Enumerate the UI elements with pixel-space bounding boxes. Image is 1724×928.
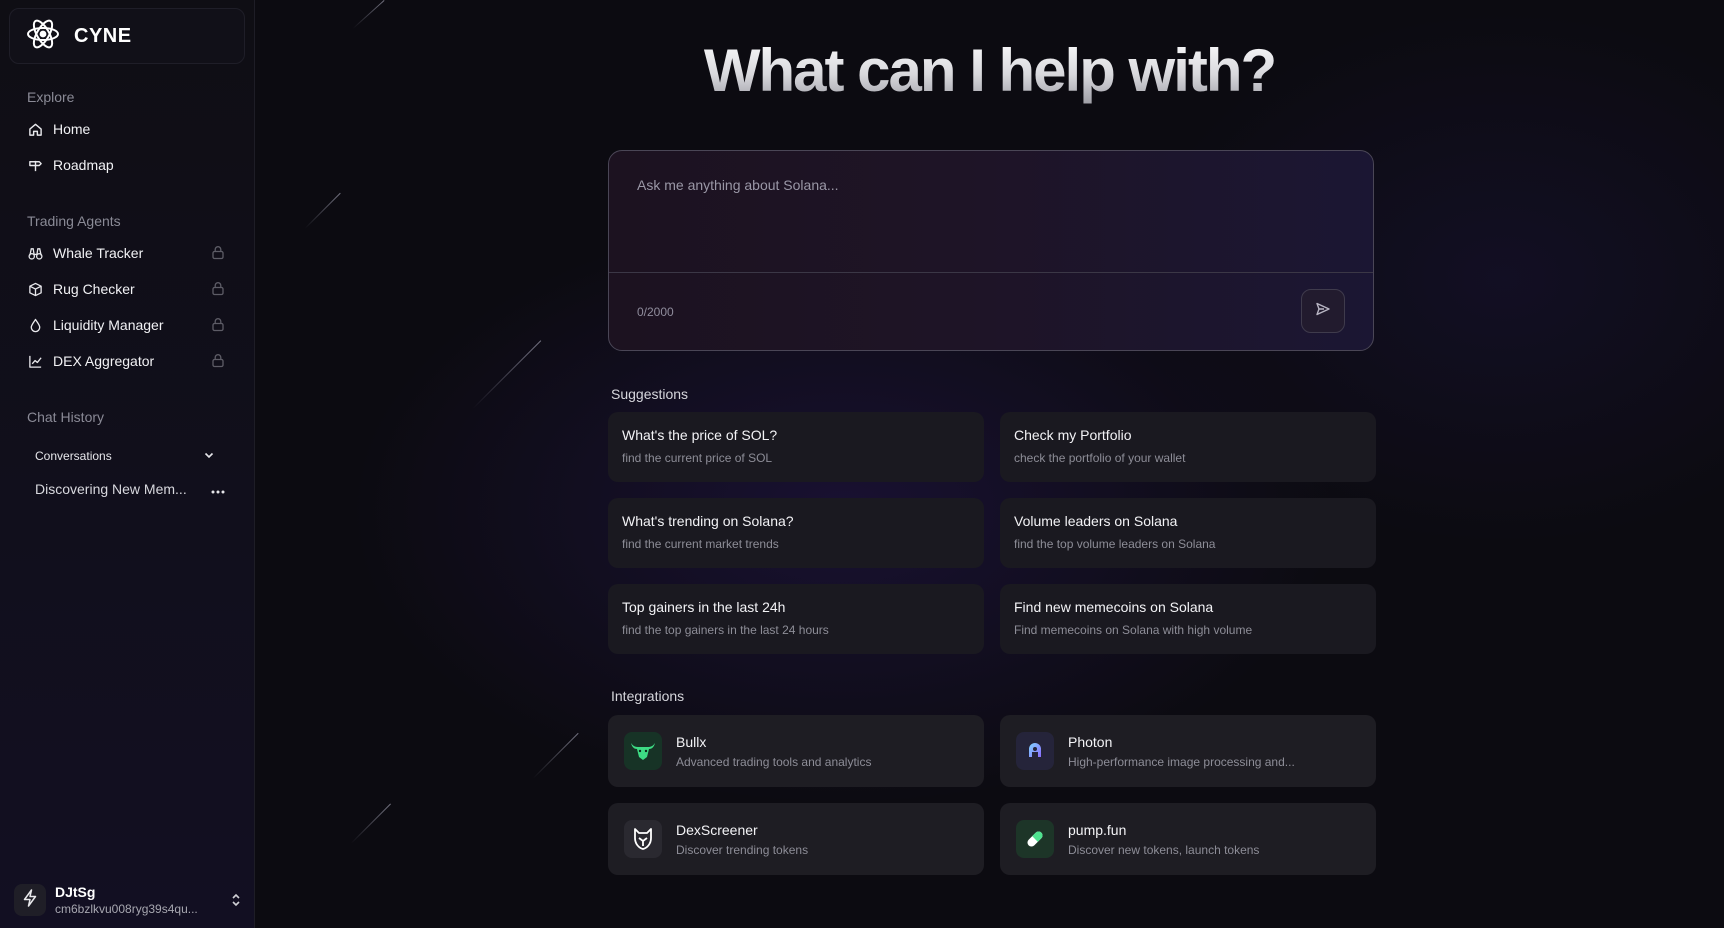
integration-title: pump.fun [1068, 821, 1127, 838]
decorative-streak [532, 732, 579, 779]
divider [609, 272, 1373, 273]
integration-subtitle: Discover trending tokens [676, 842, 809, 857]
explore-label: Explore [27, 89, 75, 105]
suggestion-card[interactable]: Volume leaders on Solana find the top vo… [1000, 498, 1376, 568]
conversations-label: Conversations [35, 449, 112, 463]
suggestion-title: Volume leaders on Solana [1014, 513, 1178, 529]
bull-icon [624, 732, 662, 770]
suggestion-title: What's the price of SOL? [622, 427, 778, 443]
sidebar-item-roadmap[interactable]: Roadmap [27, 153, 227, 177]
integration-card-photon[interactable]: Photon High-performance image processing… [1000, 715, 1376, 787]
sidebar-item-label: Roadmap [53, 157, 114, 173]
photon-icon [1016, 732, 1054, 770]
brand[interactable]: CYNE [9, 8, 245, 64]
decorative-streak [304, 192, 341, 229]
integration-title: Photon [1068, 733, 1113, 750]
lock-icon [211, 317, 225, 335]
line-chart-icon [27, 353, 43, 369]
suggestion-subtitle: Find memecoins on Solana with high volum… [1014, 623, 1253, 637]
suggestion-card[interactable]: Find new memecoins on Solana Find memeco… [1000, 584, 1376, 654]
suggestion-subtitle: find the current price of SOL [622, 451, 773, 465]
suggestion-title: Top gainers in the last 24h [622, 599, 786, 615]
page-title: What can I help with? [255, 36, 1724, 105]
suggestions-label: Suggestions [611, 386, 689, 402]
lock-icon [211, 245, 225, 263]
chat-history-label: Chat History [27, 409, 105, 425]
suggestion-title: Find new memecoins on Solana [1014, 599, 1214, 615]
suggestion-subtitle: check the portfolio of your wallet [1014, 451, 1186, 465]
sidebar-item-label: DEX Aggregator [53, 353, 155, 369]
pill-icon [1016, 820, 1054, 858]
sidebar-item-dex-aggregator[interactable]: DEX Aggregator [27, 349, 227, 373]
suggestion-title: What's trending on Solana? [622, 513, 794, 529]
chat-input[interactable] [637, 177, 1337, 193]
sidebar-item-rug-checker[interactable]: Rug Checker [27, 277, 227, 301]
suggestion-subtitle: find the current market trends [622, 537, 779, 551]
chat-box: 0/2000 [608, 150, 1374, 351]
sidebar-item-whale-tracker[interactable]: Whale Tracker [27, 241, 227, 265]
atom-icon [26, 17, 60, 56]
integration-card-pumpfun[interactable]: pump.fun Discover new tokens, launch tok… [1000, 803, 1376, 875]
suggestion-card[interactable]: What's trending on Solana? find the curr… [608, 498, 984, 568]
user-name: DJtSg [55, 884, 96, 900]
decorative-streak [352, 0, 385, 29]
integration-title: Bullx [676, 733, 707, 750]
conversation-title: Discovering New Mem... [35, 481, 187, 497]
sidebar-item-liquidity-manager[interactable]: Liquidity Manager [27, 313, 227, 337]
brand-name: CYNE [74, 24, 132, 47]
char-count: 0/2000 [637, 305, 674, 319]
suggestion-title: Check my Portfolio [1014, 427, 1132, 443]
integrations-label: Integrations [611, 688, 685, 704]
user-id: cm6bzlkvu008ryg39s4qu... [55, 902, 198, 916]
suggestion-subtitle: find the top volume leaders on Solana [1014, 537, 1216, 551]
user-menu[interactable]: DJtSg cm6bzlkvu008ryg39s4qu... [14, 880, 242, 920]
chevron-down-icon [203, 449, 215, 464]
suggestion-card[interactable]: Top gainers in the last 24h find the top… [608, 584, 984, 654]
integration-card-dexscreener[interactable]: DexScreener Discover trending tokens [608, 803, 984, 875]
conversations-toggle[interactable]: Conversations [35, 446, 215, 466]
conversation-item[interactable]: Discovering New Mem... [35, 479, 225, 499]
lock-icon [211, 281, 225, 299]
integration-subtitle: Advanced trading tools and analytics [676, 754, 872, 769]
sidebar: CYNE Explore Home Roadmap Trading Agents… [0, 0, 255, 928]
suggestion-card[interactable]: Check my Portfolio check the portfolio o… [1000, 412, 1376, 482]
lock-icon [211, 353, 225, 371]
suggestion-card[interactable]: What's the price of SOL? find the curren… [608, 412, 984, 482]
lightning-icon [22, 888, 38, 912]
chevron-up-down-icon [230, 892, 242, 913]
integration-subtitle: Discover new tokens, launch tokens [1068, 842, 1260, 857]
decorative-streak [350, 803, 391, 844]
sidebar-item-label: Home [53, 121, 91, 137]
signpost-icon [27, 157, 43, 173]
avatar [14, 884, 46, 916]
trading-agents-label: Trading Agents [27, 213, 121, 229]
send-icon [1315, 301, 1331, 322]
sidebar-item-label: Liquidity Manager [53, 317, 164, 333]
more-options-icon[interactable] [211, 481, 225, 497]
main-content: What can I help with? 0/2000 Suggestions… [255, 0, 1724, 928]
app: CYNE Explore Home Roadmap Trading Agents… [0, 0, 1724, 928]
droplet-icon [27, 317, 43, 333]
integration-card-bullx[interactable]: Bullx Advanced trading tools and analyti… [608, 715, 984, 787]
decorative-streak [472, 340, 542, 409]
sidebar-item-home[interactable]: Home [27, 117, 227, 141]
dexscreener-icon [624, 820, 662, 858]
binoculars-icon [27, 245, 43, 261]
integration-title: DexScreener [676, 821, 758, 838]
cube-icon [27, 281, 43, 297]
home-icon [27, 121, 43, 137]
integration-subtitle: High-performance image processing and... [1068, 754, 1295, 769]
sidebar-item-label: Whale Tracker [53, 245, 144, 261]
sidebar-item-label: Rug Checker [53, 281, 135, 297]
suggestion-subtitle: find the top gainers in the last 24 hour… [622, 623, 829, 637]
send-button[interactable] [1301, 289, 1345, 333]
